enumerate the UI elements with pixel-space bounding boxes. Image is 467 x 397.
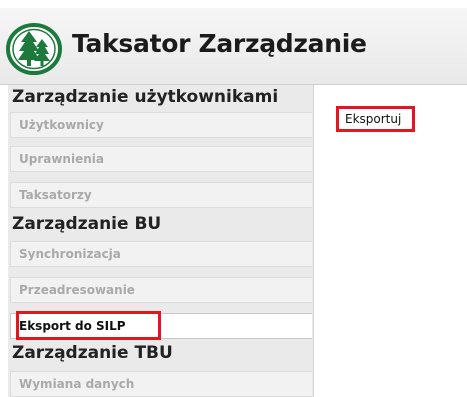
section-title-bu-management: Zarządzanie BU <box>12 214 162 234</box>
app-title: Taksator Zarządzanie <box>72 29 367 58</box>
sidebar-item-uprawnienia[interactable]: Uprawnienia <box>10 146 312 172</box>
sidebar-item-wymiana-danych[interactable]: Wymiana danych <box>10 371 312 397</box>
sidebar-item-eksport-do-silp[interactable]: Eksport do SILP <box>10 313 312 339</box>
export-button[interactable]: Eksportuj <box>341 110 406 128</box>
sidebar-item-synchronizacja[interactable]: Synchronizacja <box>10 241 312 267</box>
sidebar: Zarządzanie użytkownikami Użytkownicy Up… <box>8 85 314 397</box>
tree-logo-icon <box>6 23 62 75</box>
app-header: Taksator Zarządzanie <box>0 0 467 85</box>
section-title-tbu-management: Zarządzanie TBU <box>12 343 173 363</box>
sidebar-item-uzytkownicy[interactable]: Użytkownicy <box>10 112 312 138</box>
sidebar-item-taksatorzy[interactable]: Taksatorzy <box>10 182 312 208</box>
section-title-user-management: Zarządzanie użytkownikami <box>12 87 279 107</box>
sidebar-item-przeadresowanie[interactable]: Przeadresowanie <box>10 277 312 303</box>
